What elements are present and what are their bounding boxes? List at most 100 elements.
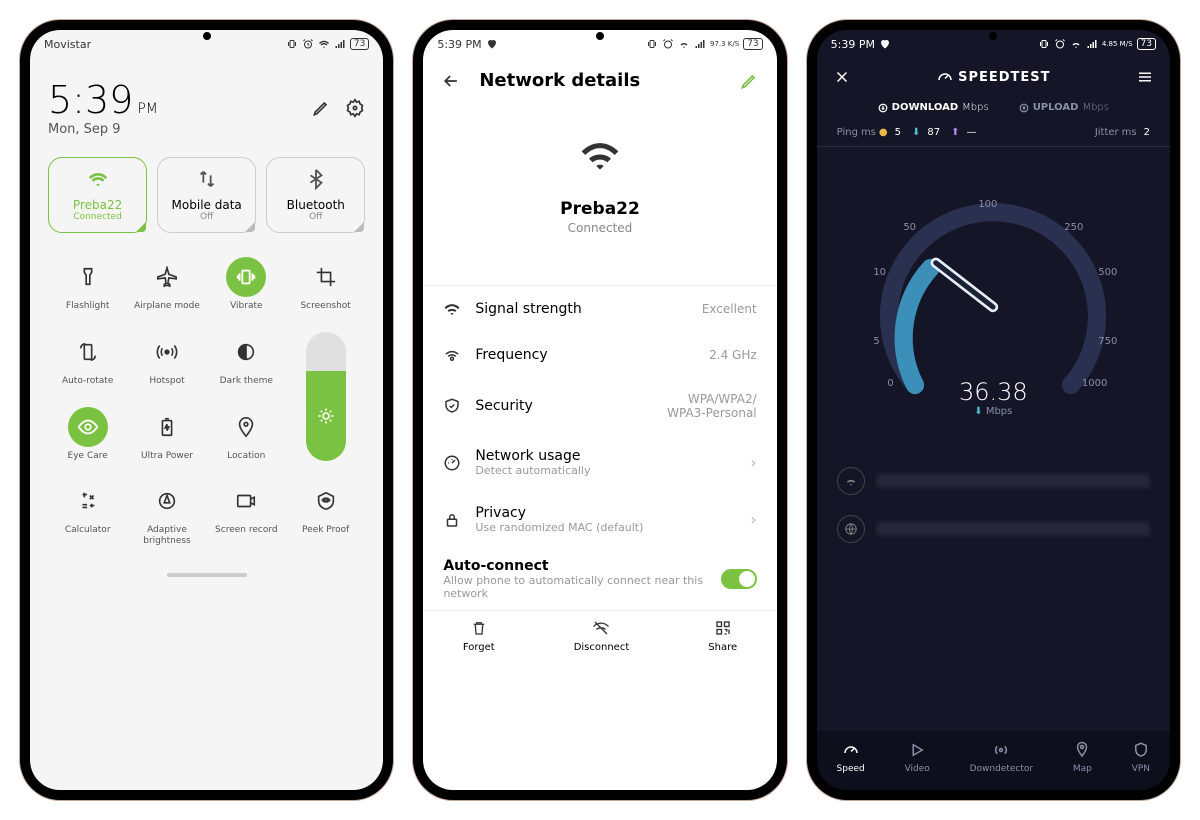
download-tab[interactable]: DOWNLOADMbps	[878, 102, 989, 113]
heart-icon	[486, 38, 498, 50]
wifi-icon	[87, 168, 109, 190]
vibrate-icon	[1038, 38, 1050, 50]
flashlight-toggle[interactable]: Flashlight	[48, 251, 127, 318]
alarm-icon	[1054, 38, 1066, 50]
ssid-label: Preba22	[423, 199, 776, 219]
drag-handle[interactable]	[167, 573, 247, 577]
ultrapower-toggle[interactable]: Ultra Power	[127, 401, 206, 468]
upload-icon	[1019, 103, 1029, 113]
adaptive-icon	[156, 490, 178, 512]
usage-row[interactable]: Network usageDetect automatically ›	[423, 434, 776, 491]
darktheme-toggle[interactable]: Dark theme	[207, 326, 286, 393]
wifi-icon	[678, 38, 690, 50]
wifi-off-icon	[592, 619, 610, 637]
alarm-icon	[662, 38, 674, 50]
wifi-row[interactable]	[837, 457, 1150, 505]
gauge-value: 36.38	[959, 378, 1028, 406]
screenrecord-icon	[235, 490, 257, 512]
signal-icon	[694, 38, 706, 50]
back-arrow-icon[interactable]	[441, 71, 461, 91]
page-title: Network details	[479, 70, 720, 91]
gauge-icon	[842, 741, 860, 759]
qr-icon	[714, 619, 732, 637]
calculator-icon	[77, 490, 99, 512]
autorotate-toggle[interactable]: Auto-rotate	[48, 326, 127, 393]
carrier-label: Movistar	[44, 38, 91, 51]
edit-icon[interactable]	[311, 98, 331, 118]
mobile-data-tile[interactable]: Mobile data Off	[157, 157, 256, 233]
shield-icon	[1132, 741, 1150, 759]
peek-icon	[315, 490, 337, 512]
menu-icon[interactable]	[1136, 68, 1154, 86]
globe-icon	[844, 522, 858, 536]
pin-icon	[1073, 741, 1091, 759]
wifi-icon	[443, 300, 461, 318]
trash-icon	[470, 619, 488, 637]
data-arrows-icon	[196, 168, 218, 190]
hotspot-toggle[interactable]: Hotspot	[127, 326, 206, 393]
wifi-icon	[1070, 38, 1082, 50]
nav-video[interactable]: Video	[905, 741, 930, 774]
calculator-toggle[interactable]: Calculator	[48, 475, 127, 553]
eyecare-toggle[interactable]: Eye Care	[48, 401, 127, 468]
radar-icon	[992, 741, 1010, 759]
clock: 5:39PM	[48, 78, 158, 122]
signal-icon	[1086, 38, 1098, 50]
wifi-icon	[318, 38, 330, 50]
nav-speed[interactable]: Speed	[837, 741, 865, 774]
location-icon	[235, 416, 257, 438]
forget-button[interactable]: Forget	[463, 619, 495, 653]
meter-icon	[443, 454, 461, 472]
bluetooth-tile[interactable]: Bluetooth Off	[266, 157, 365, 233]
heart-icon	[879, 38, 891, 50]
vibrate-icon	[235, 266, 257, 288]
wifi-icon	[844, 474, 858, 488]
brightness-icon	[317, 407, 335, 425]
settings-icon[interactable]	[345, 98, 365, 118]
speed-gauge: 0 5 10 50 100 250 500 750 1000 36.38 ⬇ M…	[863, 177, 1123, 437]
rotate-icon	[77, 341, 99, 363]
connection-status: Connected	[423, 221, 776, 235]
signal-icon	[334, 38, 346, 50]
privacy-row[interactable]: PrivacyUse randomized MAC (default) ›	[423, 491, 776, 548]
brightness-slider[interactable]	[286, 326, 365, 468]
nav-downdetector[interactable]: Downdetector	[970, 741, 1034, 774]
alarm-icon	[302, 38, 314, 50]
nav-vpn[interactable]: VPN	[1132, 741, 1150, 774]
autoconnect-row[interactable]: Auto-connectAllow phone to automatically…	[423, 548, 776, 610]
autoconnect-toggle[interactable]	[721, 569, 757, 589]
battery-icon	[156, 416, 178, 438]
eye-icon	[77, 416, 99, 438]
peekproof-toggle[interactable]: Peek Proof	[286, 475, 365, 553]
date-label: Mon, Sep 9	[48, 122, 158, 137]
vibrate-toggle[interactable]: Vibrate	[207, 251, 286, 318]
edit-icon[interactable]	[739, 71, 759, 91]
adaptive-brightness-toggle[interactable]: Adaptive brightness	[127, 475, 206, 553]
location-toggle[interactable]: Location	[207, 401, 286, 468]
close-icon[interactable]	[833, 68, 851, 86]
frequency-icon	[443, 346, 461, 364]
hotspot-icon	[156, 341, 178, 363]
ping-bar: Ping ms ●5 ⬇87 ⬆— Jitter ms 2	[817, 119, 1170, 147]
screenrecord-toggle[interactable]: Screen record	[207, 475, 286, 553]
bluetooth-icon	[305, 168, 327, 190]
chevron-right-icon: ›	[750, 453, 756, 472]
play-icon	[908, 741, 926, 759]
wifi-icon	[578, 133, 622, 177]
disconnect-button[interactable]: Disconnect	[574, 619, 630, 653]
server-row[interactable]	[837, 505, 1150, 553]
network-hero: Preba22 Connected	[423, 103, 776, 286]
nav-map[interactable]: Map	[1073, 741, 1092, 774]
status-icons: 73	[286, 38, 369, 50]
upload-tab[interactable]: UPLOADMbps	[1019, 102, 1109, 113]
crop-icon	[315, 266, 337, 288]
vibrate-icon	[646, 38, 658, 50]
dark-icon	[235, 341, 257, 363]
airplane-icon	[156, 266, 178, 288]
screenshot-toggle[interactable]: Screenshot	[286, 251, 365, 318]
security-row: Security WPA/WPA2/ WPA3-Personal	[423, 378, 776, 434]
airplane-toggle[interactable]: Airplane mode	[127, 251, 206, 318]
wifi-tile[interactable]: Preba22 Connected	[48, 157, 147, 233]
chevron-right-icon: ›	[750, 510, 756, 529]
share-button[interactable]: Share	[708, 619, 737, 653]
